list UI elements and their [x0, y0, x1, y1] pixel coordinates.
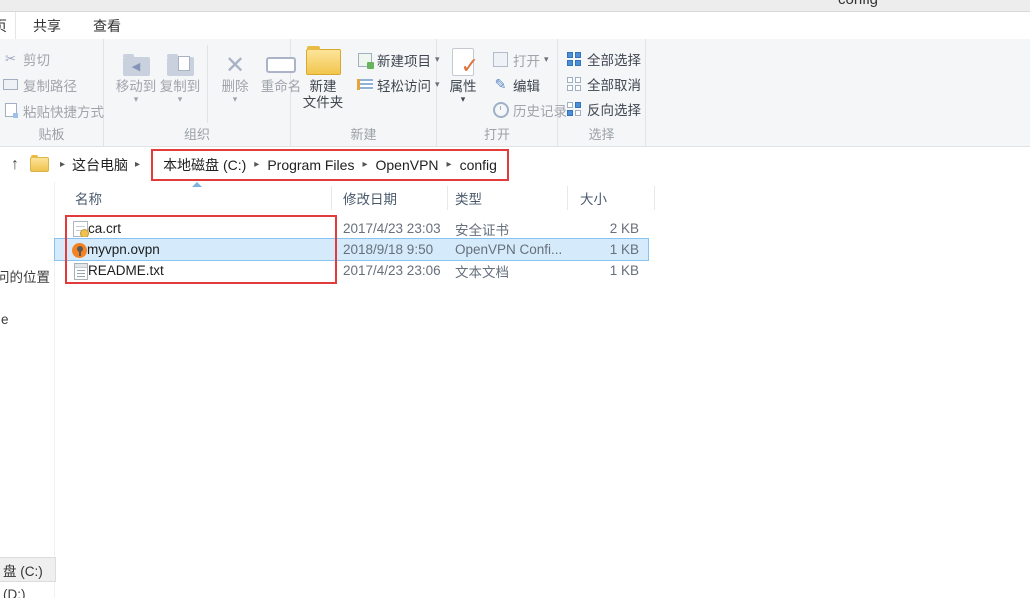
clipboard-group-label: 贴板	[0, 124, 103, 143]
new-group-label: 新建	[291, 124, 436, 143]
breadcrumb-this-pc[interactable]: 这台电脑	[72, 155, 128, 175]
title-bar: config	[0, 0, 1030, 11]
open-group-label: 打开	[437, 124, 557, 143]
paste-shortcut-button[interactable]: 粘贴快捷方式	[2, 98, 103, 124]
chevron-right-icon: ▸	[362, 159, 367, 170]
column-header-date-modified[interactable]: 修改日期	[332, 186, 448, 210]
chevron-right-icon: ▸	[447, 159, 452, 170]
address-bar: ↑ ▸ 这台电脑 ▸ 本地磁盘 (C:) ▸ Program Files ▸ O…	[0, 147, 1030, 182]
ribbon-group-organize: ◀ 移动到 ▾ 复制到 ▾ ✕ 删除 ▾ 重命名 组织	[104, 39, 291, 146]
nav-item-fragment[interactable]: e	[1, 312, 9, 327]
ribbon-group-clipboard: ✂ 剪切 复制路径 粘贴快捷方式 贴板	[0, 39, 104, 146]
file-row-readme-txt[interactable]: README.txt 2017/4/23 23:06 文本文档 1 KB	[55, 260, 648, 281]
breadcrumb-config[interactable]: config	[460, 157, 497, 173]
chevron-right-icon: ▸	[254, 159, 259, 170]
chevron-right-icon: ▸	[135, 159, 140, 170]
nav-item-recent-places[interactable]: 问的位置	[0, 266, 50, 286]
column-header-type[interactable]: 类型	[448, 186, 568, 210]
chevron-down-icon: ▾	[443, 95, 483, 104]
copy-to-icon	[167, 57, 194, 76]
folder-icon[interactable]	[30, 157, 49, 172]
copy-path-icon	[3, 79, 18, 90]
tab-home[interactable]: 页	[0, 12, 16, 39]
copy-path-button[interactable]: 复制路径	[2, 72, 103, 98]
select-all-button[interactable]: 全部选择	[567, 46, 645, 71]
open-icon	[493, 52, 508, 67]
tab-view[interactable]: 查看	[93, 16, 121, 36]
history-button[interactable]: 历史记录	[492, 97, 567, 122]
ribbon-group-new: 新建 文件夹 新建项目 ▾ 轻松访问 ▾ 新建	[291, 39, 437, 146]
select-none-icon	[567, 77, 581, 91]
history-clock-icon	[493, 102, 509, 118]
copy-path-label: 复制路径	[23, 75, 77, 95]
column-headers: 名称 修改日期 类型 大小	[55, 186, 1030, 210]
text-file-icon	[74, 263, 88, 280]
chevron-right-icon: ▸	[60, 159, 65, 170]
invert-selection-icon	[567, 102, 581, 116]
file-list: 名称 修改日期 类型 大小 ca.crt 2017/4/23 23:03 安全证…	[55, 182, 1030, 598]
properties-icon	[452, 48, 474, 76]
easy-access-button[interactable]: 轻松访问 ▾	[356, 72, 440, 97]
invert-selection-button[interactable]: 反向选择	[567, 96, 645, 121]
organize-group-label: 组织	[104, 124, 290, 143]
window-title: config	[838, 0, 878, 8]
scissors-icon: ✂	[2, 51, 19, 67]
up-arrow-button[interactable]: ↑	[2, 156, 28, 174]
new-item-icon	[358, 53, 372, 67]
breadcrumb-openvpn[interactable]: OpenVPN	[375, 157, 438, 173]
edit-button[interactable]: ✎ 编辑	[492, 72, 567, 97]
column-header-name[interactable]: 名称	[55, 186, 332, 210]
nav-item-local-disk-c[interactable]: 盘 (C:)	[0, 557, 56, 582]
move-to-icon: ◀	[123, 57, 150, 76]
chevron-down-icon: ▾	[114, 95, 158, 104]
explorer-body: 问的位置 e 盘 (C:) (D:) 名称 修改日期 类型 大小 ca.crt …	[0, 182, 1030, 598]
breadcrumb-program-files[interactable]: Program Files	[267, 157, 354, 173]
new-item-button[interactable]: 新建项目 ▾	[356, 47, 440, 72]
annotation-red-box-path: 本地磁盘 (C:) ▸ Program Files ▸ OpenVPN ▸ co…	[151, 149, 509, 181]
column-header-size[interactable]: 大小	[568, 186, 655, 210]
openvpn-icon	[72, 243, 87, 258]
chevron-down-icon: ▾	[158, 95, 202, 104]
file-explorer-window: config 页 共享 查看 ✂ 剪切 复制路径 粘贴快捷方式 贴板 ◀	[0, 0, 1030, 598]
new-folder-icon	[306, 49, 341, 75]
open-button[interactable]: 打开 ▾	[492, 47, 567, 72]
ribbon-group-open: 属性 ▾ 打开 ▾ ✎ 编辑 历史记录 打开	[437, 39, 558, 146]
select-all-icon	[567, 52, 581, 66]
ribbon-group-select: 全部选择 全部取消 反向选择 选择	[558, 39, 646, 146]
cut-label: 剪切	[23, 49, 50, 69]
ribbon: ✂ 剪切 复制路径 粘贴快捷方式 贴板 ◀ 移动到 ▾ 复制到 ▾	[0, 39, 1030, 147]
group-divider	[207, 45, 208, 123]
paste-shortcut-label: 粘贴快捷方式	[23, 101, 104, 121]
file-row-myvpn-ovpn[interactable]: myvpn.ovpn 2018/9/18 9:50 OpenVPN Confi.…	[55, 239, 648, 260]
breadcrumb-local-disk-c[interactable]: 本地磁盘 (C:)	[163, 155, 246, 175]
paste-shortcut-icon	[5, 103, 17, 117]
select-group-label: 选择	[558, 124, 645, 143]
sort-ascending-icon	[192, 182, 202, 187]
certificate-icon	[73, 221, 88, 237]
easy-access-icon	[357, 79, 373, 90]
tab-share[interactable]: 共享	[33, 16, 61, 36]
ribbon-tab-strip: 页 共享 查看	[0, 11, 1030, 39]
delete-icon: ✕	[225, 53, 245, 79]
pencil-icon: ✎	[495, 76, 507, 93]
cut-button[interactable]: ✂ 剪切	[2, 46, 103, 72]
chevron-down-icon: ▾	[215, 95, 255, 104]
chevron-down-icon: ▾	[544, 54, 549, 65]
file-row-ca-crt[interactable]: ca.crt 2017/4/23 23:03 安全证书 2 KB	[55, 218, 648, 239]
nav-item-disk-d[interactable]: (D:)	[3, 587, 26, 598]
select-none-button[interactable]: 全部取消	[567, 71, 645, 96]
